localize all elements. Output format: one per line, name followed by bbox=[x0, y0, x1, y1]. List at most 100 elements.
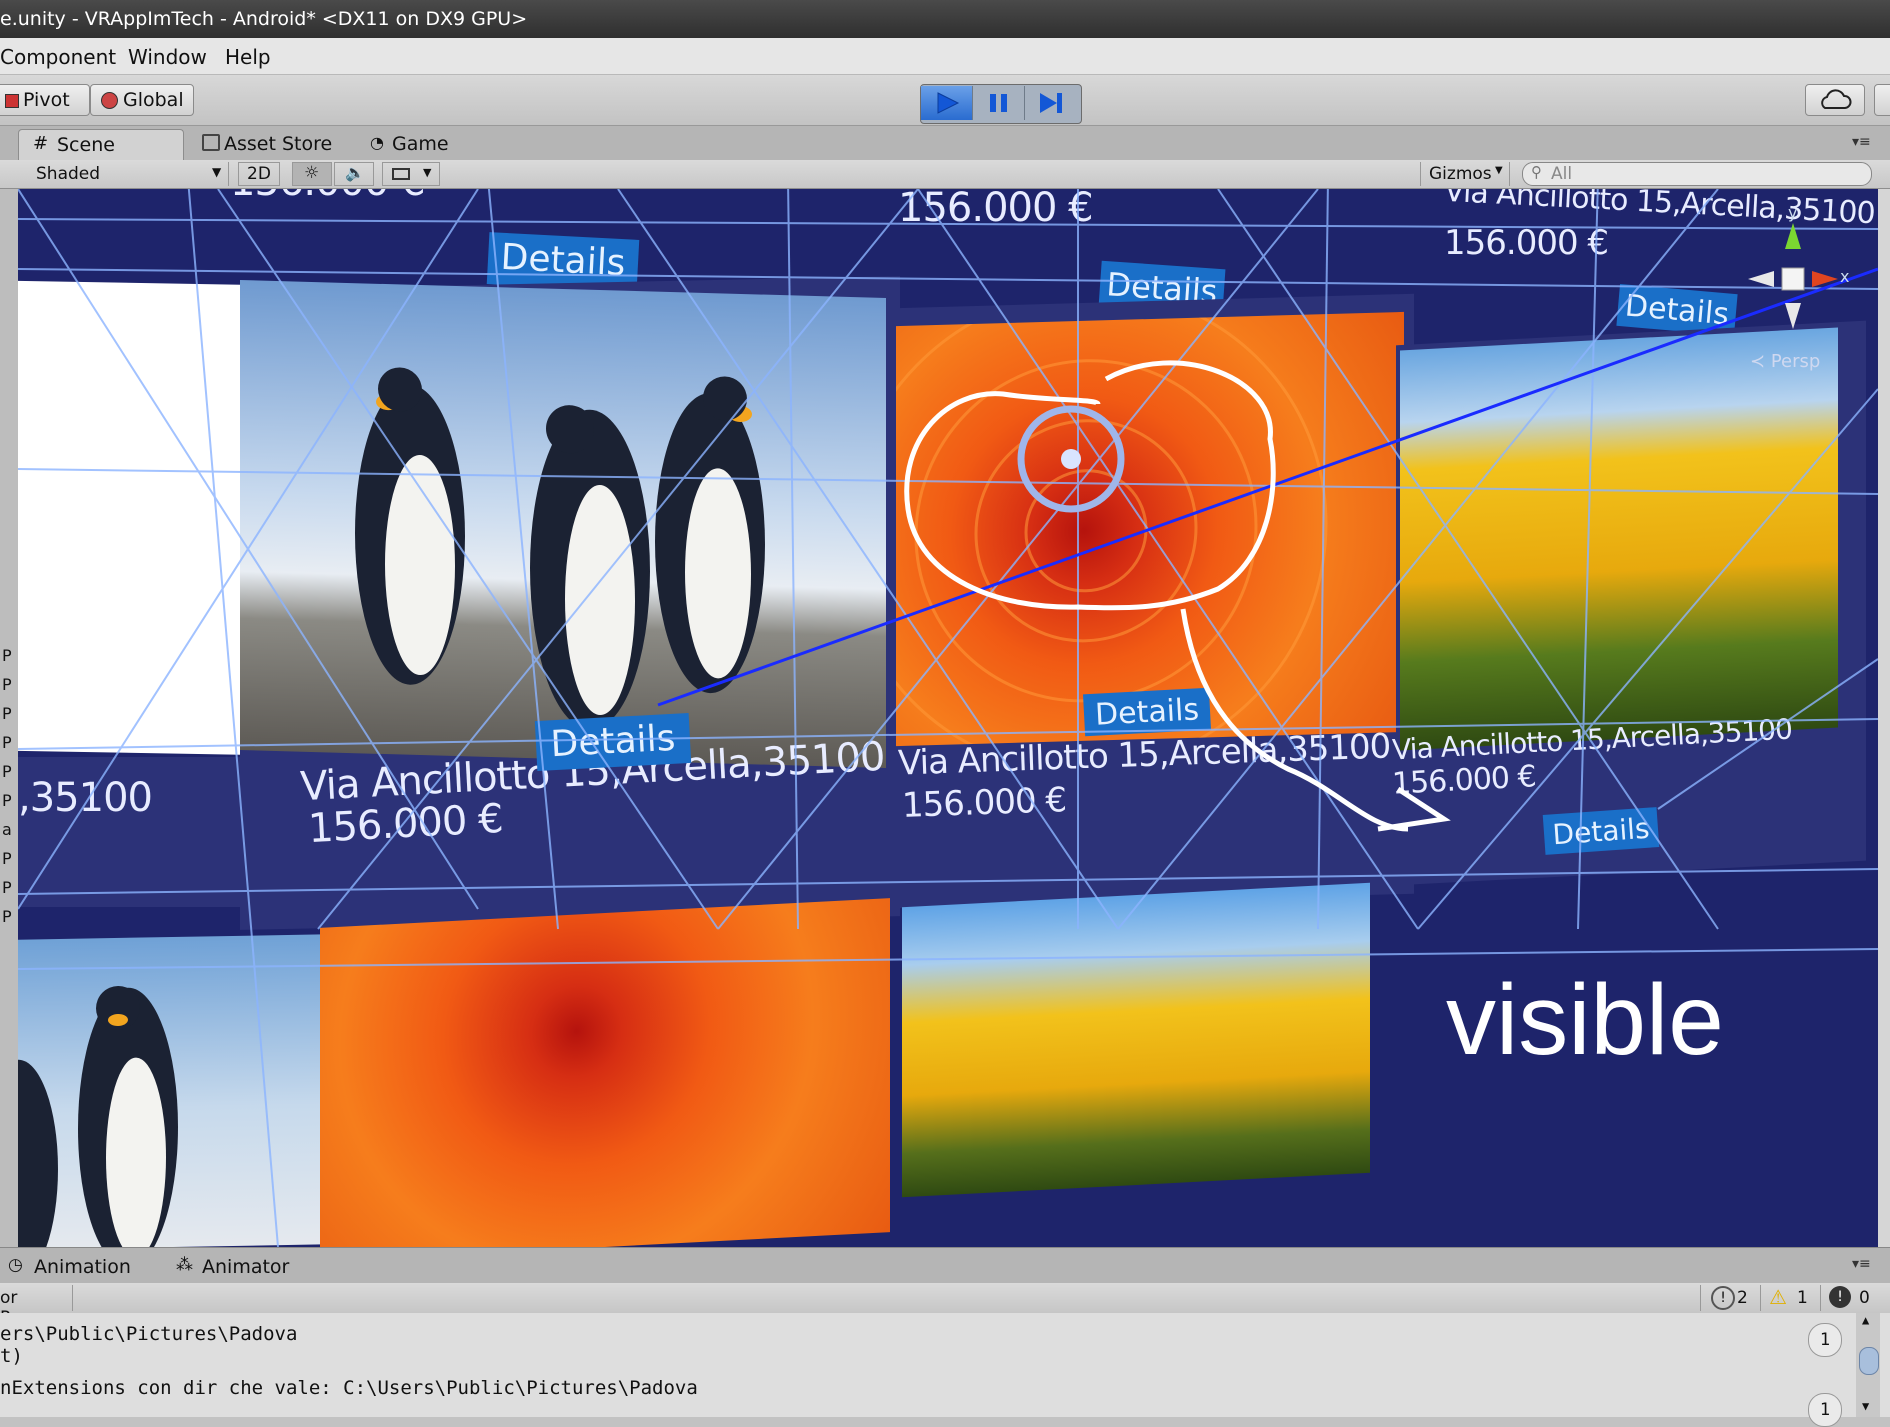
window-title: e.unity - VRAppImTech - Android* <DX11 o… bbox=[0, 8, 528, 30]
play-controls bbox=[920, 84, 1082, 124]
gizmos-dropdown[interactable]: Gizmos ▼ bbox=[1420, 162, 1510, 186]
warning-count-toggle[interactable]: ⚠ 1 bbox=[1760, 1285, 1819, 1311]
tab-scene-label: Scene bbox=[57, 134, 115, 156]
strip-letter: P bbox=[2, 907, 12, 926]
strip-letter: P bbox=[2, 733, 12, 752]
hand-drawn-arrow bbox=[1180, 608, 1409, 832]
menu-component[interactable]: Component bbox=[0, 45, 116, 69]
shading-dropdown[interactable]: Shaded ▼ bbox=[22, 162, 229, 186]
scene-search-input[interactable]: ⚲ All bbox=[1522, 162, 1872, 186]
account-button[interactable] bbox=[1874, 84, 1890, 116]
console-scrollbar[interactable]: ▲ ▼ bbox=[1856, 1313, 1880, 1417]
console-line[interactable]: ers\Public\Pictures\Padova bbox=[0, 1323, 297, 1345]
left-panel-strip: P P P P P P a P P P bbox=[0, 189, 18, 1247]
arrowhead-icon bbox=[1377, 786, 1451, 832]
globe-icon bbox=[101, 92, 118, 109]
chevron-down-icon: ▼ bbox=[212, 165, 222, 179]
tab-game[interactable]: ◔ Game bbox=[368, 129, 468, 160]
pause-button[interactable] bbox=[973, 86, 1025, 120]
strip-letter: P bbox=[2, 675, 12, 694]
chevron-down-icon: ▼ bbox=[423, 166, 432, 179]
pivot-icon bbox=[5, 94, 19, 108]
projection-text: Persp bbox=[1770, 351, 1821, 372]
cloud-icon bbox=[1821, 89, 1852, 109]
scroll-thumb[interactable] bbox=[1859, 1347, 1879, 1375]
cloud-button[interactable] bbox=[1805, 84, 1865, 116]
error-count-toggle[interactable]: ! 0 bbox=[1820, 1285, 1881, 1311]
axis-gizmo-icon bbox=[1748, 223, 1838, 329]
clock-icon: ◷ bbox=[8, 1255, 23, 1275]
strip-letter: P bbox=[2, 704, 12, 723]
error-count: 0 bbox=[1859, 1288, 1870, 1308]
strip-letter: P bbox=[2, 849, 12, 868]
warning-icon: ⚠ bbox=[1769, 1285, 1787, 1309]
tab-animator-label: Animator bbox=[202, 1256, 290, 1278]
nodes-icon: ⁂ bbox=[176, 1255, 193, 1275]
view-tabs: # Scene Asset Store ◔ Game ▾≡ bbox=[0, 126, 1890, 161]
play-icon bbox=[937, 92, 960, 114]
log-count-toggle[interactable]: ! 2 bbox=[1700, 1285, 1759, 1311]
strip-letter: P bbox=[2, 646, 12, 665]
pivot-label: Pivot bbox=[23, 89, 70, 111]
console-toolbar: or Pause ! 2 ⚠ 1 ! 0 bbox=[0, 1283, 1890, 1328]
image-icon bbox=[392, 168, 410, 180]
gizmos-label: Gizmos bbox=[1429, 164, 1492, 184]
console-line[interactable]: nExtensions con dir che vale: C:\Users\P… bbox=[0, 1377, 698, 1399]
sun-icon: ☼ bbox=[304, 163, 320, 183]
audio-toggle[interactable]: 🔈 bbox=[334, 162, 374, 186]
pacman-icon: ◔ bbox=[370, 133, 384, 152]
tab-asset-store-label: Asset Store bbox=[224, 133, 333, 155]
scene-toolbar: Shaded ▼ 2D ☼ 🔈 ▼ Gizmos ▼ ⚲ All bbox=[0, 160, 1890, 189]
gaze-dot-icon bbox=[1061, 449, 1081, 469]
global-button[interactable]: Global bbox=[90, 84, 194, 116]
strip-letter: P bbox=[2, 762, 12, 781]
search-placeholder: All bbox=[1551, 164, 1573, 184]
speaker-icon: 🔈 bbox=[345, 163, 365, 182]
pause-icon bbox=[990, 94, 1007, 112]
log-count: 2 bbox=[1737, 1288, 1748, 1308]
pivot-button[interactable]: Pivot bbox=[0, 84, 90, 116]
grid-icon: # bbox=[33, 133, 49, 154]
tab-asset-store[interactable]: Asset Store bbox=[200, 129, 350, 160]
tab-animation[interactable]: ◷ Animation bbox=[8, 1251, 138, 1282]
error-pause-toggle[interactable]: or Pause bbox=[0, 1285, 73, 1328]
warning-count: 1 bbox=[1797, 1288, 1808, 1308]
menu-window[interactable]: Window bbox=[128, 45, 207, 69]
tab-animator[interactable]: ⁂ Animator bbox=[176, 1251, 306, 1282]
mode-2d-toggle[interactable]: 2D bbox=[238, 162, 280, 186]
chevron-left-icon: ≺ bbox=[1750, 351, 1771, 372]
strip-letter: P bbox=[2, 878, 12, 897]
bottom-tabs: ◷ Animation ⁂ Animator ▾≡ bbox=[0, 1247, 1890, 1284]
scene-viewport[interactable]: 156.000 € 156.000 € Via Ancillotto 15,Ar… bbox=[18, 189, 1878, 1247]
chevron-down-icon: ▼ bbox=[1495, 165, 1503, 176]
tab-menu-icon[interactable]: ▾≡ bbox=[1852, 1256, 1871, 1272]
tab-menu-icon[interactable]: ▾≡ bbox=[1852, 134, 1871, 150]
mode-2d-label: 2D bbox=[247, 164, 271, 184]
collapse-count-badge: 1 bbox=[1808, 1393, 1842, 1427]
scene-orientation-gizmo[interactable]: y x bbox=[1738, 203, 1849, 343]
effects-dropdown[interactable]: ▼ bbox=[382, 162, 440, 186]
step-button[interactable] bbox=[1025, 86, 1076, 120]
tab-game-label: Game bbox=[392, 133, 449, 155]
menu-bar: Component Window Help bbox=[0, 38, 1890, 75]
projection-label[interactable]: ≺ Persp bbox=[1750, 351, 1820, 372]
raycast-line bbox=[657, 267, 1878, 707]
scene-grid-overlay bbox=[18, 189, 1878, 1247]
console-log: ers\Public\Pictures\Padova t) nExtension… bbox=[0, 1313, 1890, 1427]
right-scrollbar[interactable] bbox=[1878, 189, 1890, 1247]
tab-scene[interactable]: # Scene bbox=[18, 129, 184, 161]
play-button[interactable] bbox=[921, 86, 973, 120]
console-line[interactable]: t) bbox=[0, 1345, 23, 1367]
tab-animation-label: Animation bbox=[34, 1256, 131, 1278]
menu-help[interactable]: Help bbox=[225, 45, 271, 69]
step-icon bbox=[1040, 93, 1062, 113]
info-icon: ! bbox=[1711, 1286, 1735, 1310]
search-icon: ⚲ bbox=[1531, 163, 1542, 181]
annotation-visible-label: visible bbox=[1446, 964, 1724, 1076]
lighting-toggle[interactable]: ☼ bbox=[292, 162, 332, 186]
store-icon bbox=[202, 134, 220, 151]
chevron-down-icon: ▼ bbox=[1862, 1399, 1870, 1413]
gizmo-y-label: y bbox=[1788, 203, 1798, 222]
strip-letter: P bbox=[2, 791, 12, 810]
error-icon: ! bbox=[1829, 1286, 1851, 1308]
